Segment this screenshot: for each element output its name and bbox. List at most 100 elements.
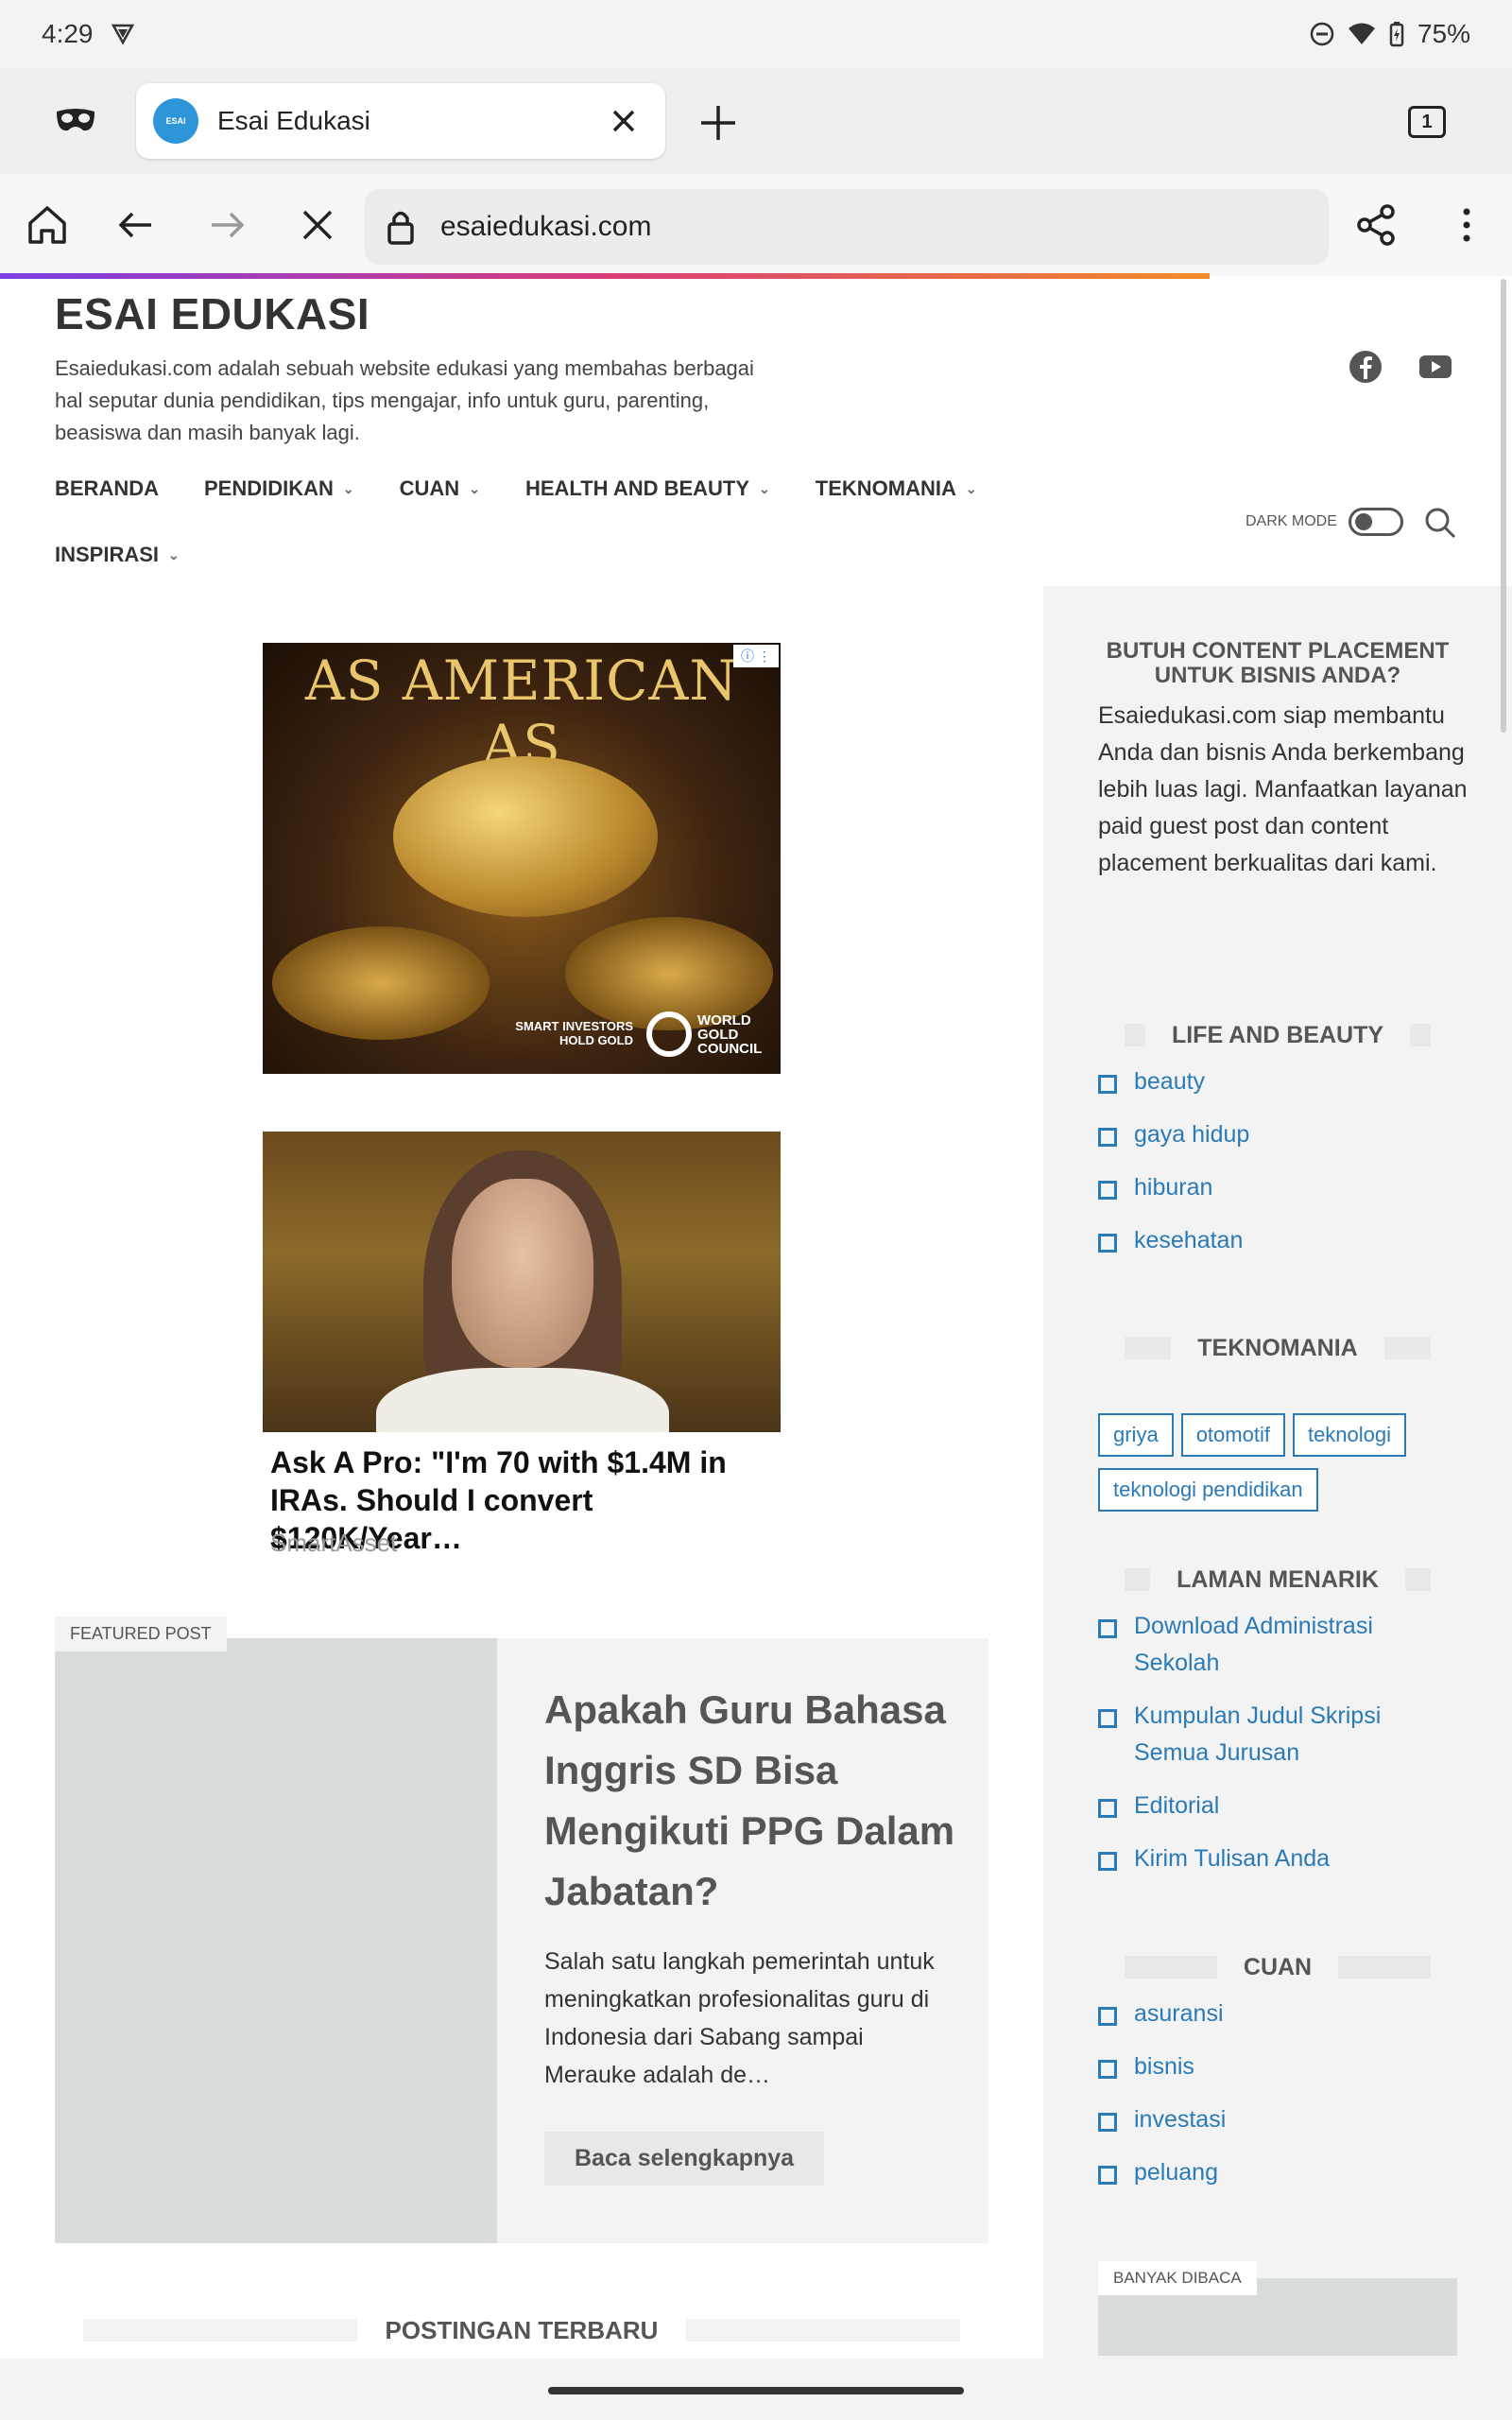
- web-page: ESAI EDUKASI Esaiedukasi.com adalah sebu…: [0, 279, 1512, 2359]
- lock-icon: [387, 211, 414, 245]
- read-more-button[interactable]: Baca selengkapnya: [544, 2132, 825, 2186]
- site-description: Esaiedukasi.com adalah sebuah website ed…: [55, 356, 754, 444]
- widget-title-text: LIFE AND BEAUTY: [1171, 1021, 1384, 1048]
- dark-mode-control: DARK MODE: [1246, 508, 1403, 536]
- nav-pendidikan[interactable]: PENDIDIKAN ⌄: [204, 475, 354, 502]
- url-text: esaiedukasi.com: [440, 211, 652, 242]
- tag-griya[interactable]: griya: [1098, 1413, 1174, 1457]
- nav-health-and-beauty[interactable]: HEALTH AND BEAUTY ⌄: [525, 475, 770, 502]
- chevron-down-icon: ⌄: [965, 480, 977, 496]
- ad-source: SmartAsset: [270, 1529, 398, 1557]
- nav-label: TEKNOMANIA: [815, 476, 956, 500]
- widget-title-text: CUAN: [1243, 1953, 1313, 1980]
- nav-label: INSPIRASI: [55, 543, 160, 566]
- dark-mode-label: DARK MODE: [1246, 513, 1337, 529]
- widget-title-cuan: CUAN: [1098, 1953, 1457, 1981]
- gold-ad[interactable]: AS AMERICAN AS SMART INVESTORS HOLD GOLD…: [263, 643, 781, 1074]
- nav-cuan[interactable]: CUAN ⌄: [400, 475, 480, 502]
- back-icon[interactable]: [112, 200, 161, 250]
- gesture-handle[interactable]: [548, 2387, 964, 2394]
- private-mode-icon[interactable]: [55, 104, 96, 138]
- dark-mode-toggle[interactable]: [1348, 508, 1403, 536]
- featured-excerpt: Salah satu langkah pemerintah untuk meni…: [544, 1948, 935, 2088]
- widget-title-life-and-beauty: LIFE AND BEAUTY: [1098, 1021, 1457, 1049]
- widget-title-text: LAMAN MENARIK: [1177, 1565, 1379, 1593]
- smartasset-ad-image[interactable]: [263, 1132, 781, 1432]
- nav-inspirasi[interactable]: INSPIRASI ⌄: [55, 542, 180, 568]
- list-item[interactable]: Kirim Tulisan Anda: [1098, 1841, 1438, 1877]
- featured-post-label: FEATURED POST: [55, 1616, 227, 1651]
- tab-title: Esai Edukasi: [217, 106, 370, 135]
- list-item[interactable]: kesehatan: [1098, 1222, 1476, 1259]
- list-item[interactable]: asuransi: [1098, 1996, 1476, 2032]
- share-icon[interactable]: [1351, 200, 1400, 250]
- latest-posts-title: POSTINGAN TERBARU: [385, 2315, 659, 2344]
- nav-label: BERANDA: [55, 476, 159, 500]
- battery-icon: [1389, 22, 1404, 47]
- ad-brand: WORLD GOLD COUNCIL: [697, 1012, 763, 1057]
- list-item[interactable]: Editorial: [1098, 1788, 1438, 1824]
- tag-otomotif[interactable]: otomotif: [1180, 1413, 1285, 1457]
- ad-portrait-face: [452, 1179, 593, 1368]
- ad-note: SMART INVESTORS HOLD GOLD: [515, 1019, 633, 1047]
- tab-count-button[interactable]: 1: [1408, 106, 1446, 138]
- widget-title-text: TEKNOMANIA: [1197, 1334, 1358, 1361]
- featured-image-placeholder[interactable]: [55, 1638, 497, 2243]
- active-tab[interactable]: ESAI Esai Edukasi: [136, 83, 665, 159]
- laman-menarik-list: Download Administrasi Sekolah Kumpulan J…: [1098, 1608, 1438, 1893]
- world-gold-council-logo: [646, 1011, 692, 1057]
- home-icon[interactable]: [23, 200, 72, 250]
- browser-toolbar: esaiedukasi.com: [0, 174, 1512, 276]
- promo-title: BUTUH CONTENT PLACEMENT UNTUK BISNIS AND…: [1106, 638, 1450, 688]
- featured-post: Apakah Guru Bahasa Inggris SD Bisa Mengi…: [55, 1638, 988, 2243]
- main-nav: BERANDA PENDIDIKAN ⌄ CUAN ⌄ HEALTH AND BEA…: [55, 475, 1009, 568]
- chevron-down-icon: ⌄: [759, 480, 770, 496]
- tag-teknologi[interactable]: teknologi: [1292, 1413, 1407, 1457]
- tab-strip: ESAI Esai Edukasi 1: [0, 68, 1512, 174]
- close-tab-icon[interactable]: [607, 104, 641, 138]
- site-title[interactable]: ESAI EDUKASI: [55, 288, 369, 339]
- list-item[interactable]: gaya hidup: [1098, 1116, 1476, 1153]
- chevron-down-icon: ⌄: [168, 546, 180, 562]
- wifi-icon: [1348, 23, 1375, 44]
- nav-label: CUAN: [399, 476, 460, 500]
- list-item[interactable]: investasi: [1098, 2101, 1476, 2138]
- youtube-icon[interactable]: [1418, 349, 1453, 385]
- dnd-icon: [1310, 22, 1334, 46]
- latest-posts-heading: POSTINGAN TERBARU: [55, 2311, 988, 2349]
- teknomania-tags: griya otomotif teknologi teknologi pendi…: [1098, 1413, 1467, 1512]
- tag-teknologi-pendidikan[interactable]: teknologi pendidikan: [1098, 1468, 1318, 1512]
- search-icon[interactable]: [1421, 504, 1459, 542]
- chevron-down-icon: ⌄: [469, 480, 480, 496]
- menu-more-icon[interactable]: [1442, 200, 1491, 250]
- facebook-icon[interactable]: [1348, 349, 1383, 385]
- widget-title-laman-menarik: LAMAN MENARIK: [1098, 1565, 1457, 1594]
- nav-teknomania[interactable]: TEKNOMANIA ⌄: [816, 475, 977, 502]
- popular-posts-label: BANYAK DIBACA: [1098, 2261, 1257, 2295]
- nav-label: PENDIDIKAN: [204, 476, 334, 500]
- nav-beranda[interactable]: BERANDA: [55, 475, 159, 502]
- adchoices-icon[interactable]: ⓘ ⋮: [733, 645, 779, 667]
- page-scrollbar[interactable]: [1501, 279, 1506, 733]
- chevron-down-icon: ⌄: [342, 480, 354, 496]
- list-item[interactable]: bisnis: [1098, 2048, 1476, 2085]
- new-tab-icon[interactable]: [696, 100, 741, 146]
- forward-icon[interactable]: [202, 200, 251, 250]
- promo-text: Esaiedukasi.com siap membantu Anda dan b…: [1098, 702, 1468, 876]
- vpn-icon: [111, 24, 134, 45]
- address-bar[interactable]: esaiedukasi.com: [365, 189, 1329, 265]
- featured-title[interactable]: Apakah Guru Bahasa Inggris SD Bisa Mengi…: [544, 1680, 960, 1922]
- list-item[interactable]: Kumpulan Judul Skripsi Semua Jurusan: [1098, 1698, 1438, 1772]
- list-item[interactable]: beauty: [1098, 1063, 1476, 1100]
- list-item[interactable]: peluang: [1098, 2154, 1476, 2191]
- list-item[interactable]: hiburan: [1098, 1169, 1476, 1206]
- list-item[interactable]: Download Administrasi Sekolah: [1098, 1608, 1438, 1682]
- cuan-list: asuransi bisnis investasi peluang: [1098, 1996, 1476, 2207]
- nav-label: HEALTH AND BEAUTY: [524, 476, 750, 500]
- status-time: 4:29: [42, 19, 94, 48]
- navigation-gesture-area: [0, 2359, 1512, 2420]
- ad-turkey: [393, 756, 658, 917]
- stop-loading-icon[interactable]: [293, 200, 342, 250]
- ad-portrait-coat: [376, 1368, 669, 1432]
- status-bar: 4:29 75%: [0, 0, 1512, 68]
